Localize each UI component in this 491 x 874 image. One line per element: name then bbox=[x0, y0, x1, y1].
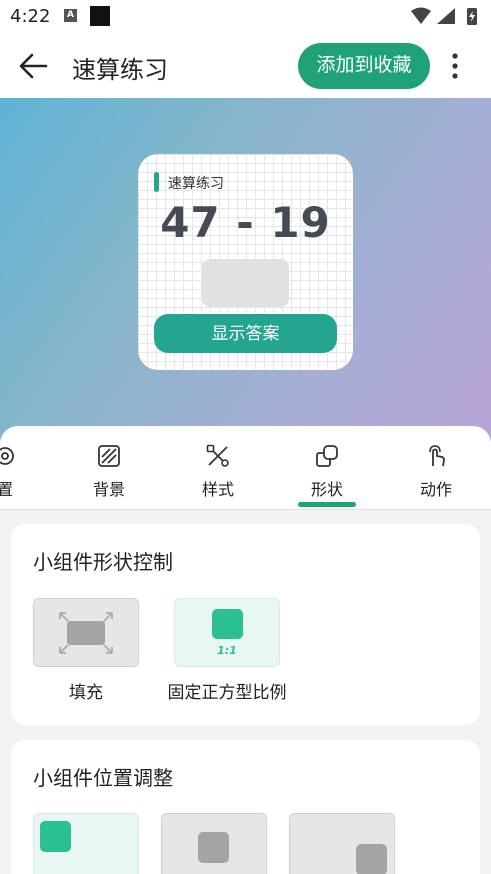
position-bottom-right-option[interactable] bbox=[289, 813, 395, 874]
answer-placeholder bbox=[202, 259, 289, 307]
position-bottom-right-icon bbox=[356, 844, 387, 874]
section-title: 小组件位置调整 bbox=[33, 766, 173, 790]
tab-settings[interactable]: 置 bbox=[0, 426, 55, 510]
shapes-icon bbox=[316, 445, 338, 467]
show-answer-button[interactable]: 显示答案 bbox=[154, 314, 337, 353]
position-top-left-option[interactable] bbox=[33, 813, 139, 874]
position-adjust-card: 小组件位置调整 bbox=[11, 740, 480, 874]
system-status-icons bbox=[411, 7, 477, 25]
position-center-icon bbox=[198, 832, 229, 863]
arrow-left-icon[interactable] bbox=[18, 52, 50, 80]
active-tab-indicator bbox=[298, 502, 356, 507]
tab-bar: 置 背景 样式 形状 动作 bbox=[0, 426, 491, 510]
tab-label: 动作 bbox=[419, 480, 452, 499]
style-tools-icon bbox=[206, 444, 229, 467]
add-to-favorites-button[interactable]: 添加到收藏 bbox=[298, 43, 430, 89]
ratio-badge: 1:1 bbox=[217, 644, 237, 657]
tab-action[interactable]: 动作 bbox=[386, 426, 486, 510]
math-expression: 47 - 19 bbox=[160, 198, 331, 247]
section-title: 小组件形状控制 bbox=[33, 550, 173, 574]
widget-preview-area: 速算练习 47 - 19 显示答案 bbox=[0, 98, 491, 444]
tab-label: 形状 bbox=[310, 480, 343, 499]
page-title: 速算练习 bbox=[72, 56, 168, 84]
fill-option[interactable] bbox=[33, 598, 139, 667]
fill-option-label: 填充 bbox=[69, 683, 103, 703]
shape-control-card: 小组件形状控制 填充 1:1 固定正方型比例 bbox=[11, 524, 480, 725]
widget-card[interactable]: 速算练习 47 - 19 显示答案 bbox=[138, 154, 353, 370]
settings-sheet: 置 背景 样式 形状 动作 小组件形状控制 填充 1:1 固定正方型比例 小组件… bbox=[0, 426, 491, 874]
tap-gesture-icon bbox=[429, 445, 445, 467]
keyboard-a-icon: A bbox=[64, 9, 77, 22]
fill-expand-icon bbox=[59, 612, 113, 654]
app-bar: 速算练习 添加到收藏 bbox=[0, 34, 491, 98]
background-icon bbox=[98, 445, 120, 467]
tab-style[interactable]: 样式 bbox=[168, 426, 268, 510]
tab-label: 背景 bbox=[92, 480, 125, 499]
settings-icon bbox=[0, 447, 14, 465]
position-center-option[interactable] bbox=[161, 813, 267, 874]
square-ratio-option-label: 固定正方型比例 bbox=[167, 683, 287, 703]
widget-title-accent bbox=[154, 172, 159, 192]
square-ratio-option[interactable]: 1:1 bbox=[174, 598, 280, 667]
widget-title: 速算练习 bbox=[168, 176, 224, 192]
status-bar: 4:22 A bbox=[0, 0, 491, 34]
tab-label: 置 bbox=[0, 480, 13, 499]
more-vert-icon[interactable] bbox=[445, 52, 465, 80]
position-top-left-icon bbox=[40, 821, 71, 852]
notification-square-icon bbox=[90, 6, 110, 26]
tab-shape[interactable]: 形状 bbox=[277, 426, 377, 510]
tab-label: 样式 bbox=[201, 480, 234, 499]
tab-background[interactable]: 背景 bbox=[59, 426, 159, 510]
signal-icon bbox=[437, 8, 455, 24]
status-time: 4:22 bbox=[10, 6, 51, 27]
wifi-icon bbox=[411, 7, 431, 24]
